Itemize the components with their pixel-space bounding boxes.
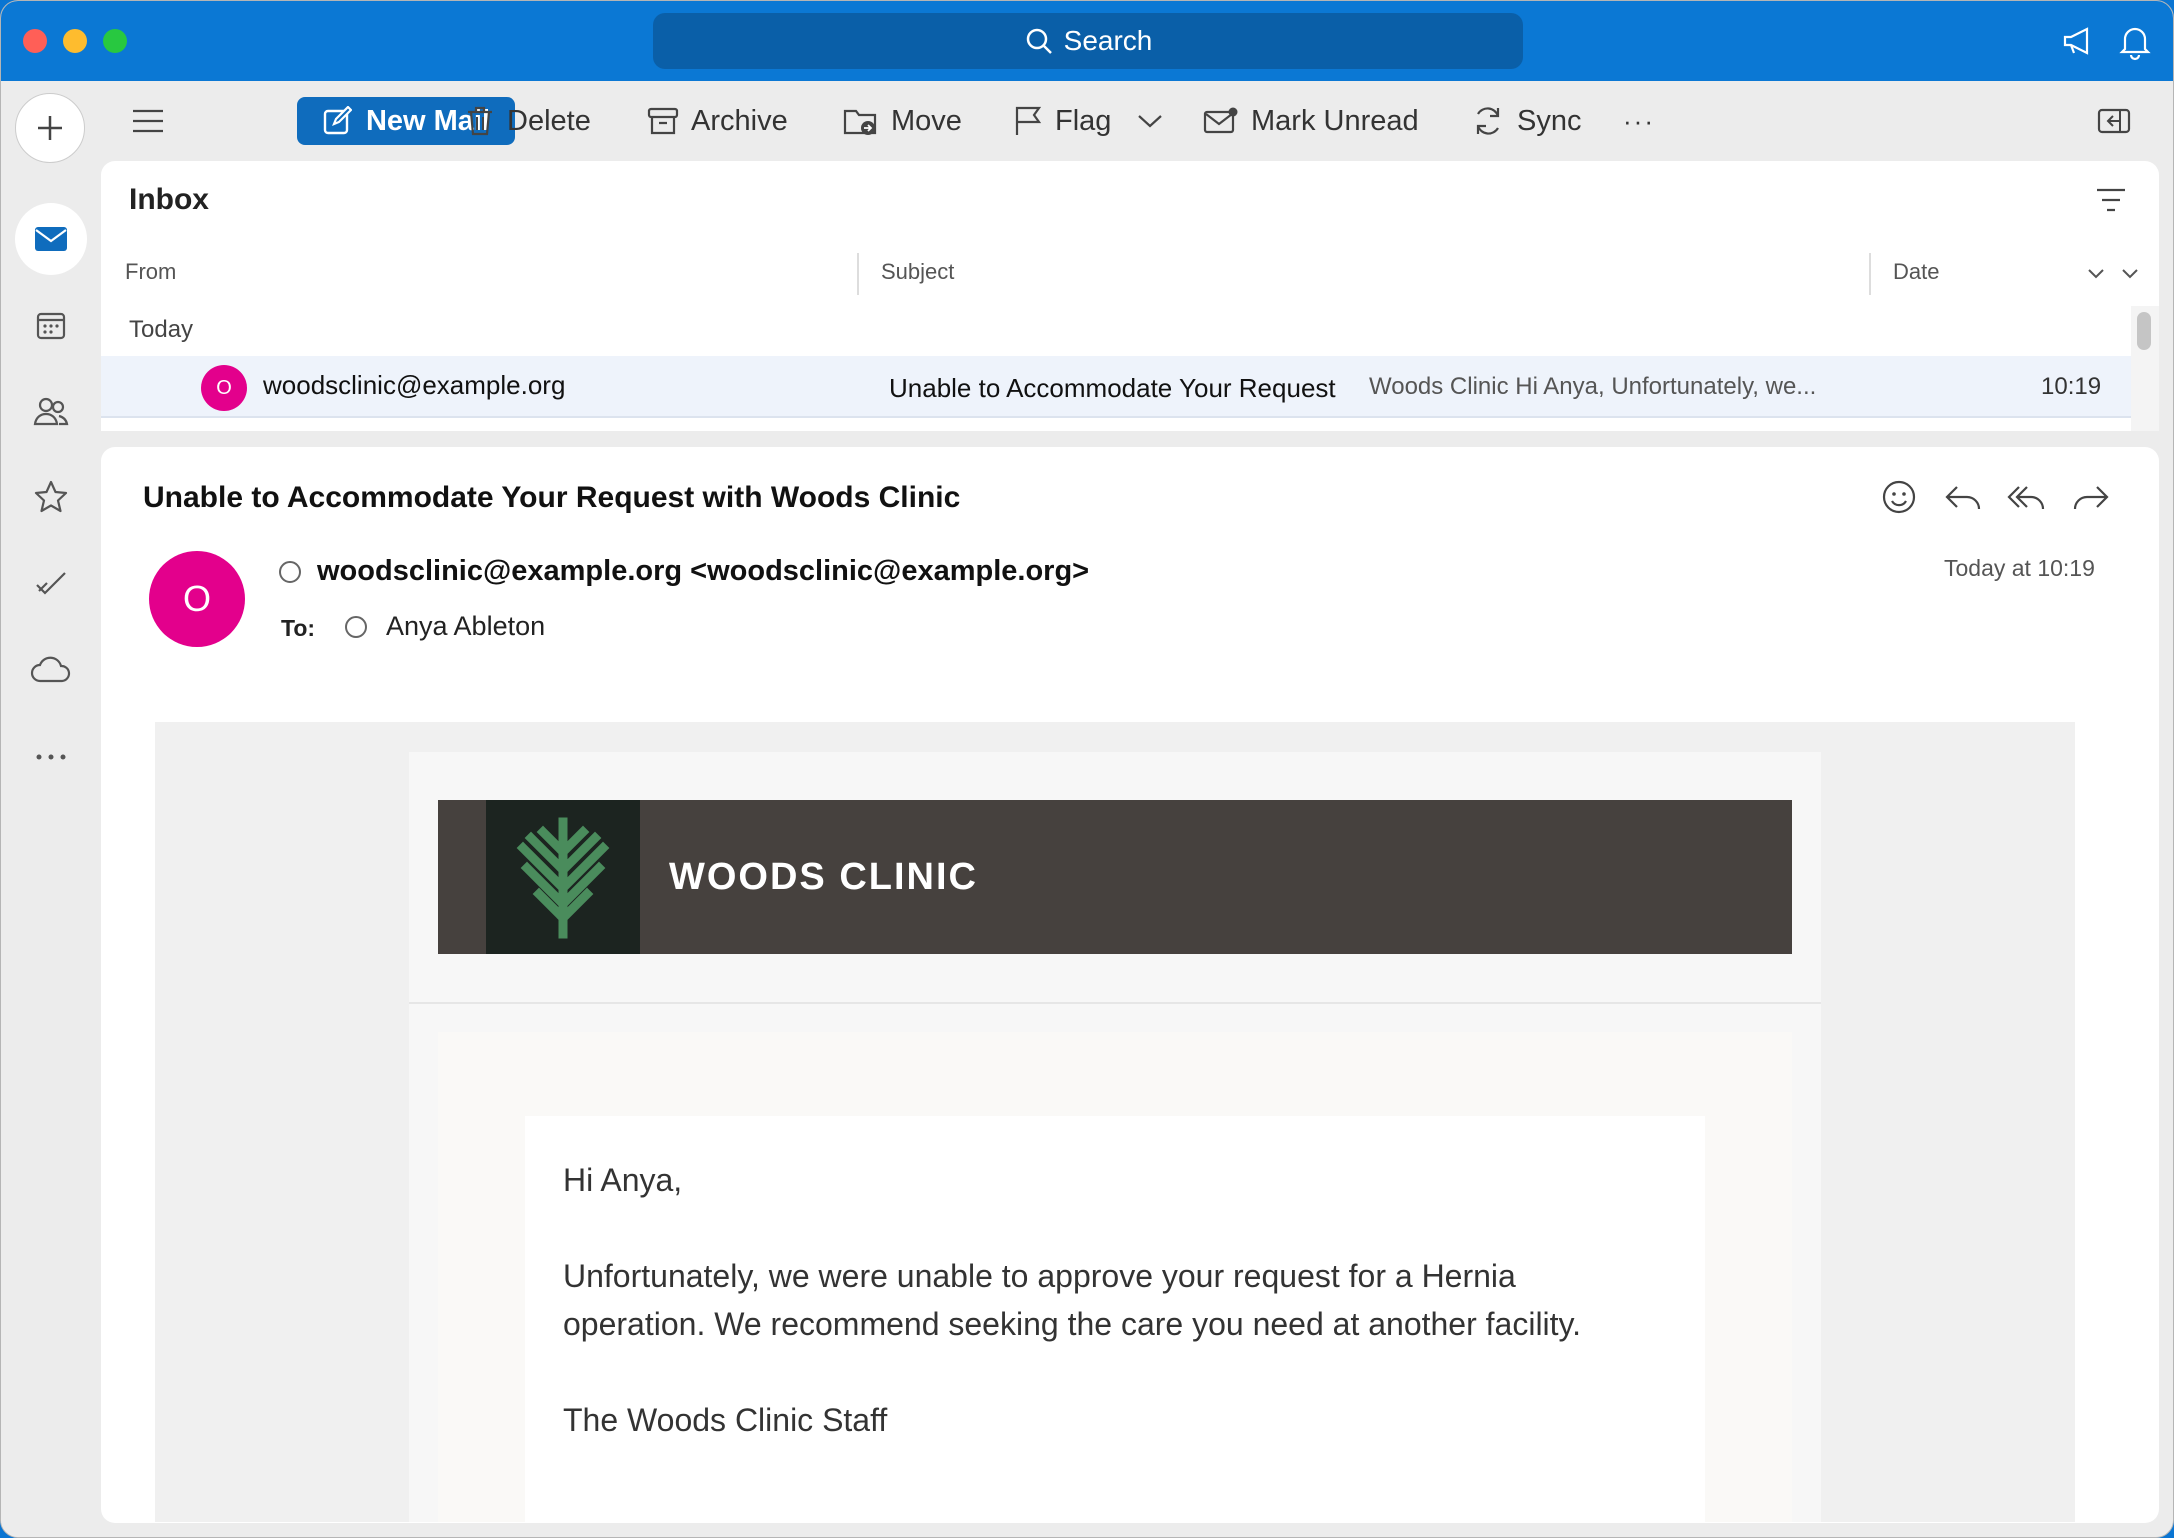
brand-name: WOODS CLINIC	[669, 856, 978, 898]
message-list: Inbox From Subject Date Today O woodscli…	[101, 161, 2159, 431]
rail-mail[interactable]	[15, 203, 87, 275]
flag-dropdown-button[interactable]	[1137, 97, 1163, 145]
title-bar: Search	[1, 1, 2173, 81]
column-from[interactable]: From	[125, 259, 176, 285]
reading-pane: Unable to Accommodate Your Request with …	[101, 447, 2159, 1523]
reply-icon[interactable]	[1941, 475, 1985, 519]
to-label: To:	[281, 615, 316, 641]
tree-logo-icon	[516, 817, 610, 939]
email-text: Hi Anya, Unfortunately, we were unable t…	[525, 1116, 1705, 1522]
cloud-icon	[30, 656, 71, 683]
star-icon	[34, 480, 68, 513]
app-rail	[1, 81, 101, 1537]
avatar: O	[201, 365, 247, 411]
mark-unread-label: Mark Unread	[1251, 104, 1419, 137]
emoji-reaction-icon[interactable]	[1877, 475, 1921, 519]
mail-icon	[35, 227, 67, 251]
rail-todo[interactable]	[15, 547, 87, 619]
flag-button[interactable]: Flag	[1013, 97, 1111, 145]
delete-button[interactable]: Delete	[465, 97, 591, 145]
forward-icon[interactable]	[2069, 475, 2113, 519]
bell-icon[interactable]	[2115, 21, 2155, 61]
column-divider[interactable]	[1869, 253, 1871, 295]
toolbar: New Mail Delete Archive Move Flag Mark U…	[101, 81, 2173, 161]
calendar-icon	[36, 312, 66, 340]
recipient-name[interactable]: Anya Ableton	[386, 611, 545, 642]
search-icon	[1026, 28, 1052, 54]
row-subject: Unable to Accommodate Your Request	[889, 373, 1336, 403]
scrollbar-thumb[interactable]	[2137, 312, 2151, 350]
sync-label: Sync	[1517, 104, 1582, 137]
body-paragraph: Unfortunately, we were unable to approve…	[563, 1258, 1582, 1342]
group-header-today: Today	[129, 316, 194, 343]
row-preview: Woods Clinic Hi Anya, Unfortunately, we.…	[1369, 373, 1817, 400]
archive-label: Archive	[691, 104, 788, 137]
content-area: Hi Anya, Unfortunately, we were unable t…	[438, 1032, 1792, 1522]
filter-icon[interactable]	[2095, 187, 2127, 213]
chevron-down-icon	[1138, 115, 1162, 128]
column-date[interactable]: Date	[1893, 259, 1939, 285]
search-placeholder: Search	[1063, 25, 1153, 56]
trash-icon	[468, 106, 492, 136]
rail-people[interactable]	[15, 375, 87, 447]
archive-button[interactable]: Archive	[647, 97, 788, 145]
card-divider	[409, 1002, 1821, 1004]
folder-move-icon	[843, 109, 877, 135]
sync-button[interactable]: Sync	[1471, 97, 1581, 145]
flag-icon	[1015, 106, 1042, 135]
email-card: WOODS CLINIC Hi Anya, Unfortunately, we …	[409, 752, 1821, 1522]
close-window-button[interactable]	[23, 29, 47, 53]
compose-icon	[323, 106, 352, 135]
search-bar[interactable]: Search	[653, 13, 1523, 69]
presence-indicator	[345, 616, 367, 638]
message-subject: Unable to Accommodate Your Request with …	[143, 481, 961, 514]
menu-button[interactable]	[131, 97, 165, 145]
move-button[interactable]: Move	[843, 97, 962, 145]
rail-cloud[interactable]	[15, 633, 87, 705]
message-body: WOODS CLINIC Hi Anya, Unfortunately, we …	[155, 722, 2075, 1522]
delete-label: Delete	[507, 104, 591, 137]
message-date: Today at 10:19	[1944, 555, 2095, 581]
toggle-pane-button[interactable]	[2097, 97, 2131, 145]
move-label: Move	[891, 104, 962, 137]
mark-unread-button[interactable]: Mark Unread	[1203, 97, 1419, 145]
brand-banner: WOODS CLINIC	[438, 800, 1792, 954]
more-actions-button[interactable]: ···	[1623, 97, 1655, 145]
plus-icon	[38, 116, 62, 140]
rail-favorites[interactable]	[15, 461, 87, 533]
sender-avatar[interactable]: O	[149, 551, 245, 647]
sidebar-toggle-icon	[2097, 108, 2131, 134]
hamburger-icon	[133, 109, 163, 133]
rail-calendar[interactable]	[15, 289, 87, 361]
greeting: Hi Anya,	[563, 1162, 683, 1198]
sort-chevrons-icon[interactable]	[2085, 267, 2141, 281]
zoom-window-button[interactable]	[103, 29, 127, 53]
people-icon	[33, 397, 69, 426]
flag-label: Flag	[1055, 104, 1112, 137]
inbox-title: Inbox	[129, 183, 209, 216]
row-from: woodsclinic@example.org	[263, 370, 566, 400]
megaphone-icon[interactable]	[2059, 21, 2099, 61]
app-window: Search New Mail Delete Archive Move Flag…	[0, 0, 2174, 1538]
rail-more[interactable]	[15, 721, 87, 793]
row-time: 10:19	[2041, 373, 2102, 400]
minimize-window-button[interactable]	[63, 29, 87, 53]
list-scrollbar[interactable]	[2131, 306, 2159, 431]
column-divider[interactable]	[857, 253, 859, 295]
table-row[interactable]: O woodsclinic@example.org Unable to Acco…	[101, 356, 2131, 418]
reply-all-icon[interactable]	[2005, 475, 2049, 519]
envelope-unread-icon	[1203, 107, 1238, 134]
checkmark-icon	[36, 572, 66, 595]
more-dots-icon	[36, 754, 66, 760]
sender-address[interactable]: woodsclinic@example.org <woodsclinic@exa…	[317, 555, 1089, 588]
signoff: The Woods Clinic Staff	[563, 1402, 888, 1438]
sync-icon	[1476, 107, 1500, 135]
clinic-logo	[486, 800, 640, 954]
presence-indicator	[279, 561, 301, 583]
compose-fab[interactable]	[15, 93, 85, 163]
column-subject[interactable]: Subject	[881, 259, 954, 285]
archive-icon	[647, 107, 679, 135]
